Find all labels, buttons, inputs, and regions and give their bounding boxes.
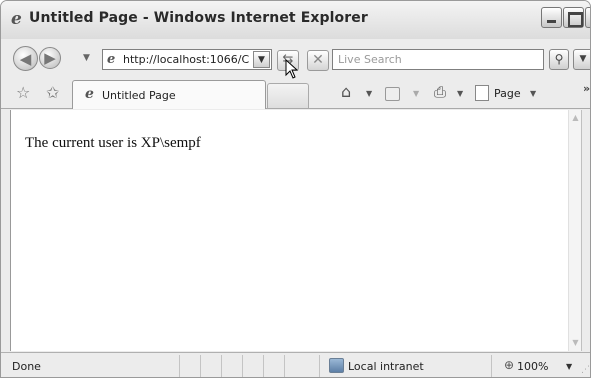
search-options-dropdown[interactable]: ▼ [573,49,590,70]
ie-logo-icon: e [11,9,22,29]
favorites-star-icon[interactable]: ☆ [16,83,30,102]
more-commands-chevron-icon[interactable]: » [583,82,590,95]
status-divider [284,355,285,377]
current-user-text: The current user is XP\sempf [25,135,201,151]
forward-icon: ▶ [44,49,56,67]
back-icon: ◀ [19,50,32,68]
stop-icon: ✕ [312,52,324,68]
security-zone-label[interactable]: Local intranet [348,360,424,373]
zoom-level[interactable]: 100% [517,360,548,373]
back-button[interactable]: ◀ [13,46,38,71]
address-dropdown-button[interactable]: ▼ [253,51,270,68]
close-button[interactable] [585,7,590,28]
page-icon[interactable] [475,85,489,101]
minimize-button[interactable] [541,7,562,28]
zoom-dropdown[interactable]: ▼ [566,362,572,371]
resize-grip-icon[interactable]: ⋰ [581,365,590,375]
feeds-icon[interactable] [385,87,400,101]
page-menu-dropdown[interactable]: ▼ [530,89,536,98]
mouse-cursor-icon [285,59,299,79]
stop-button[interactable]: ✕ [307,50,329,71]
status-divider [179,355,180,377]
status-text: Done [12,360,41,373]
search-placeholder: Live Search [338,53,402,66]
page-favicon-icon: e [107,52,116,67]
feeds-dropdown[interactable]: ▼ [413,89,419,98]
status-divider [221,355,222,377]
address-url[interactable]: http://localhost:1066/C [123,53,253,66]
print-icon[interactable]: ⎙ [434,83,446,101]
tab-label: Untitled Page [102,89,176,102]
address-bar[interactable]: e http://localhost:1066/C ▼ [102,49,272,70]
title-bar[interactable]: e Untitled Page - Windows Internet Explo… [1,1,590,39]
search-button[interactable]: ⚲ [549,49,569,70]
home-dropdown[interactable]: ▼ [366,89,372,98]
vertical-scrollbar[interactable]: ▲ ▼ [568,110,581,351]
status-divider [263,355,264,377]
page-menu-label[interactable]: Page [494,87,521,100]
forward-button[interactable]: ▶ [39,47,61,69]
print-dropdown[interactable]: ▼ [457,89,463,98]
search-icon: ⚲ [554,52,564,66]
search-input[interactable]: Live Search [332,49,544,70]
status-bar: Done Local intranet ⊕ 100% ▼ ⋰ [1,352,590,377]
status-divider [242,355,243,377]
home-icon[interactable]: ⌂ [341,82,351,101]
recent-pages-dropdown[interactable]: ▼ [83,53,90,63]
add-favorites-icon[interactable]: ✩ [46,83,59,102]
window-title: Untitled Page - Windows Internet Explore… [29,10,368,26]
zone-icon [329,358,344,373]
zoom-icon[interactable]: ⊕ [504,358,514,372]
scroll-down-icon[interactable]: ▼ [570,337,581,349]
status-divider [319,355,320,377]
browser-window: e Untitled Page - Windows Internet Explo… [0,0,591,378]
page-content: The current user is XP\sempf ▲ ▼ [10,110,582,351]
status-divider [491,355,492,377]
tab-untitled-page[interactable]: e Untitled Page [72,80,266,109]
status-divider [200,355,201,377]
maximize-button[interactable] [563,7,584,28]
new-tab-button[interactable] [267,83,309,108]
tab-favicon-icon: e [85,86,94,102]
scroll-up-icon[interactable]: ▲ [570,112,581,124]
tab-bar: ☆ ✩ e Untitled Page ⌂ ▼ ▼ ⎙ ▼ Page ▼ » [1,79,590,109]
